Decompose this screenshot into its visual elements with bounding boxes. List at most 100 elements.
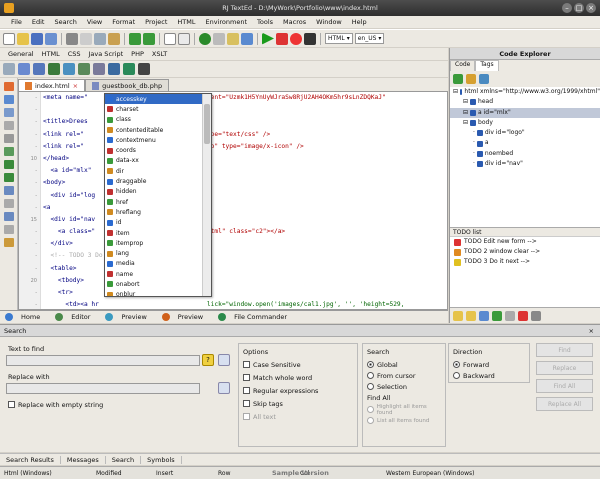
clip-icon[interactable] [492,310,502,321]
lock-icon[interactable] [4,238,14,247]
find-icon[interactable] [164,32,176,45]
view-tab[interactable]: Home [0,313,50,321]
help-icon[interactable]: ? [202,354,214,366]
expand-toggle[interactable]: ⊟ [463,108,468,118]
code-line[interactable] [43,104,404,116]
autocomplete-item[interactable]: contenteditable [105,125,203,135]
print-icon[interactable] [66,32,78,45]
unindent-icon[interactable] [4,121,14,130]
locale-select[interactable]: en_US ▾ [354,33,385,44]
todo-list[interactable]: TODO Edit new form --> TODO 2 window clea… [450,237,600,267]
expand-toggle[interactable]: ⊟ [463,118,468,128]
script-icon[interactable] [138,63,150,75]
code-line[interactable]: <link rel=" s" type="text/css" /> [43,129,404,141]
option-checkbox[interactable]: Match whole word [243,372,353,383]
code-line[interactable]: </head> [43,153,404,165]
option-checkbox[interactable]: Regular expressions [243,385,353,396]
redo-icon[interactable] [143,32,155,45]
stop-icon[interactable] [290,32,302,45]
link-icon[interactable] [18,63,30,75]
code-line[interactable]: <title>Drees > [43,116,404,128]
image-icon[interactable] [48,63,60,75]
expand-toggle[interactable]: · [473,149,475,159]
autocomplete-item[interactable]: onabort [105,279,203,289]
project-icon[interactable] [466,310,476,321]
ftp-icon[interactable] [479,310,489,321]
play-icon[interactable] [262,32,274,45]
autocomplete-item[interactable]: name [105,269,203,279]
replace-all-button[interactable]: Replace All [536,397,593,411]
collapse-icon[interactable] [4,186,14,195]
minimize-icon[interactable]: – [562,3,572,13]
copy-icon[interactable] [94,32,106,45]
tree-node[interactable]: ⊟ body [450,118,600,128]
explorer-tab[interactable]: Tags [475,60,499,71]
tree-node[interactable]: ⊟ a id="mlx" [450,107,600,118]
autocomplete-item[interactable]: id [105,218,203,228]
bookmark-icon[interactable] [4,95,14,104]
menu-format[interactable]: Format [107,18,140,26]
settings-icon[interactable] [213,32,225,45]
autocomplete-item[interactable]: charset [105,104,203,114]
view-tab[interactable]: Preview [100,313,156,321]
mode-select[interactable]: HTML ▾ [325,33,353,44]
code-line[interactable]: <tr> [43,287,404,299]
code-line[interactable]: <table> [43,263,404,275]
autocomplete-item[interactable]: dir [105,166,203,176]
scope-radio[interactable]: From cursor [367,370,441,381]
result-tab[interactable]: Search [106,455,142,464]
result-tab[interactable]: Search Results [0,455,61,464]
sort-icon[interactable] [479,74,489,84]
tree-node[interactable]: · noembed [450,149,600,159]
menu-search[interactable]: Search [49,18,81,26]
todo-item[interactable]: TODO 2 window clear --> [450,247,600,257]
autocomplete-scrollbar[interactable] [202,94,211,296]
paste-icon[interactable] [108,32,120,45]
cut-icon[interactable] [80,32,92,45]
new-file-icon[interactable] [3,32,15,45]
lang-tab[interactable]: HTML [38,50,64,58]
omega-icon[interactable] [227,32,239,45]
filter-icon[interactable] [466,74,476,84]
code-line[interactable]: <div id="log [43,190,404,202]
indent-icon[interactable] [4,108,14,117]
refresh-icon[interactable] [453,74,463,84]
code-line[interactable]: <a id="mlx" [43,165,404,177]
autocomplete-item[interactable]: item [105,228,203,238]
scope-radio[interactable]: Selection [367,381,441,392]
save-icon[interactable] [31,32,43,45]
macro-icon[interactable] [304,32,316,45]
close-icon[interactable]: × [586,3,596,13]
replace-empty-checkbox[interactable]: Replace with empty string [8,399,103,410]
menu-window[interactable]: Window [311,18,347,26]
brackets-icon[interactable] [4,199,14,208]
tag-icon[interactable] [3,63,15,75]
close-search-icon[interactable]: × [589,325,594,337]
code-line[interactable]: <td><a hr lick="window.open('images/cal1… [43,299,404,309]
folder-icon[interactable] [453,310,463,321]
code-line[interactable]: </div> [43,238,404,250]
code-line[interactable]: <body> [43,177,404,189]
lang-tab[interactable]: CSS [64,50,85,58]
code-editor[interactable]: -----10----15----20----25- <meta name=" … [18,91,448,310]
edit-find-icon[interactable] [218,354,230,366]
option-checkbox[interactable]: Case Sensitive [243,359,353,370]
autocomplete-item[interactable]: itemprop [105,238,203,248]
menu-macros[interactable]: Macros [278,18,311,26]
replace-with-input[interactable] [6,383,200,394]
autocomplete-popup[interactable]: accesskey charset class contenteditable cont… [104,93,212,297]
form-icon[interactable] [63,63,75,75]
find-all-button[interactable]: Find All [536,379,593,393]
autocomplete-item[interactable]: lang [105,248,203,258]
code-line[interactable]: <a class=" .html" class="c2"></a> [43,226,404,238]
expand-toggle[interactable]: · [473,128,475,138]
maximize-icon[interactable]: □ [574,3,584,13]
autocomplete-item[interactable]: data-xx [105,156,203,166]
chars-icon[interactable] [531,310,541,321]
doc-tab[interactable]: index.html × [18,79,86,91]
code-line[interactable]: <!-- TODO 3 Do [43,250,404,262]
save-all-icon[interactable] [45,32,57,45]
tag-tree[interactable]: ⊟ html xmlns="http://www.w3.org/1999/xhtm… [450,87,600,227]
table-icon[interactable] [78,63,90,75]
close-doc-icon[interactable] [4,82,14,91]
